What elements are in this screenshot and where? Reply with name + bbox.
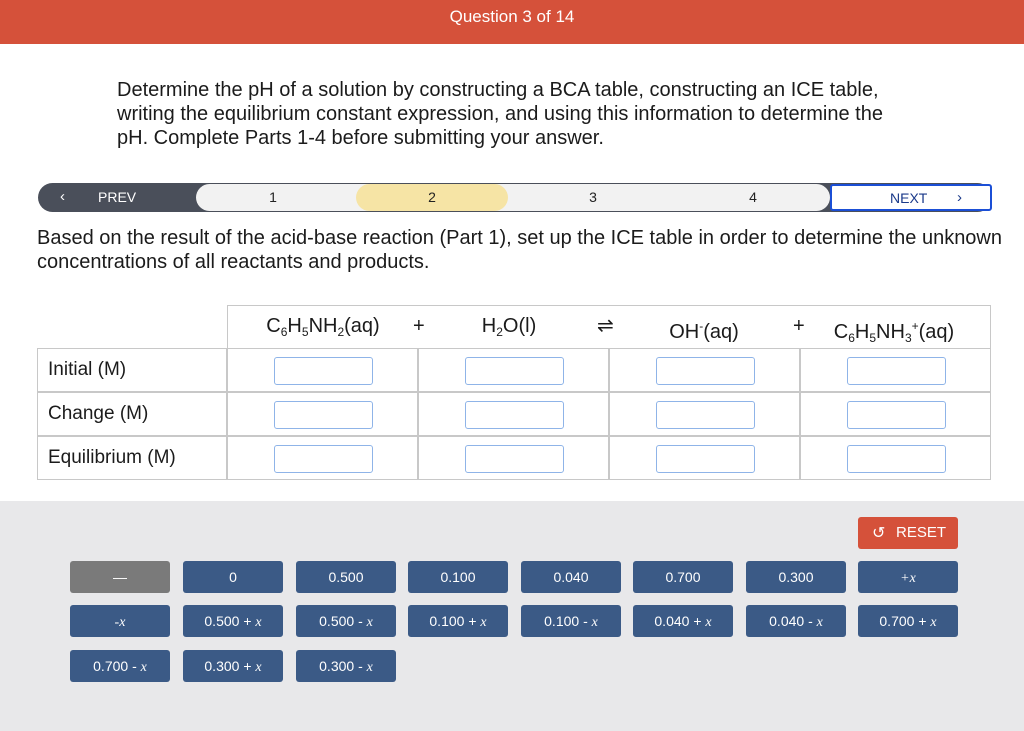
row-label-initial: Initial (M) [37,348,227,392]
ice-table: C6H5NH2(aq) + H2O(l) ⇌ OH-(aq) + C6H5NH3… [37,305,991,480]
plus-sign: + [793,315,805,337]
answer-tile[interactable]: 0.040 - x [746,605,846,637]
tile-text: -x [114,615,126,630]
ice-cell [609,392,800,436]
ice-cell [227,348,418,392]
species-water: H2O(l) [481,315,537,339]
answer-tile[interactable]: 0.100 - x [521,605,621,637]
answer-tile[interactable]: +x [858,561,958,593]
step-3[interactable]: 3 [516,184,670,211]
tile-text: 0.040 + [654,613,706,629]
chevron-left-icon: ‹ [60,188,65,205]
step-2[interactable]: 2 [356,184,508,211]
ice-cell [609,348,800,392]
answer-tile[interactable]: 0.300 [746,561,846,593]
tile-var: x [255,615,262,630]
tile-text: 0.500 + [204,613,256,629]
ice-cell [227,436,418,480]
answer-tile[interactable]: 0.700 + x [858,605,958,637]
row-label-equilibrium: Equilibrium (M) [37,436,227,480]
drop-zone[interactable] [656,401,755,429]
answer-tile[interactable]: 0.700 - x [70,650,170,682]
question-prompt: Determine the pH of a solution by constr… [117,79,883,149]
reset-label: RESET [896,524,947,541]
drop-zone[interactable] [274,445,373,473]
answer-tile[interactable]: 0.040 + x [633,605,733,637]
drop-zone[interactable] [656,445,755,473]
tile-text: 0.300 + [204,658,256,674]
tile-var: x [705,615,712,630]
species-hydroxide: OH-(aq) [669,319,739,343]
answer-tile[interactable]: 0.500 - x [296,605,396,637]
answer-tile[interactable]: 0.100 [408,561,508,593]
drop-zone[interactable] [274,357,373,385]
species-anilinium: C6H5NH3+(aq) [833,319,955,345]
answer-tile[interactable]: 0.040 [521,561,621,593]
tile-text: 0.500 - [319,613,367,629]
ice-cell [609,436,800,480]
tile-text: +x [900,571,916,586]
answer-tile[interactable]: — [70,561,170,593]
tile-text: 0.300 - [319,658,367,674]
drop-zone[interactable] [847,401,946,429]
answer-tile[interactable]: 0.300 + x [183,650,283,682]
tile-var: x [480,615,487,630]
header-bar: Question 3 of 14 [0,0,1024,44]
step-track: 1 2 3 4 [196,184,830,211]
drop-zone[interactable] [274,401,373,429]
row-label-change: Change (M) [37,392,227,436]
ice-cell [800,436,991,480]
prev-button[interactable]: ‹ PREV [38,183,198,212]
drop-zone[interactable] [847,445,946,473]
prev-label: PREV [98,189,137,205]
answer-tile[interactable]: -x [70,605,170,637]
drop-zone[interactable] [465,401,564,429]
reset-button[interactable]: ↺ RESET [858,517,958,549]
answer-tile[interactable]: 0.500 + x [183,605,283,637]
next-button[interactable]: NEXT › [830,184,992,211]
tile-var: x [366,660,373,675]
ice-cell [800,392,991,436]
ice-cell [418,392,609,436]
question-page: Question 3 of 14 Determine the pH of a s… [0,0,1024,731]
plus-sign: + [413,315,425,337]
chevron-right-icon: › [957,189,962,206]
tile-text: 0.040 - [769,613,817,629]
undo-icon: ↺ [872,525,886,542]
tile-var: x [255,660,262,675]
species-aniline: C6H5NH2(aq) [266,315,380,339]
step-1[interactable]: 1 [196,184,350,211]
answer-tile[interactable]: 0.100 + x [408,605,508,637]
tile-var: x [591,615,598,630]
tile-var: x [816,615,823,630]
answer-tile[interactable]: 0.300 - x [296,650,396,682]
ice-cell [418,348,609,392]
step-4[interactable]: 4 [676,184,830,211]
part-instruction: Based on the result of the acid-base rea… [37,227,1002,273]
step-navigation: ‹ PREV 1 2 3 4 NEXT › [38,183,992,212]
drop-zone[interactable] [656,357,755,385]
drop-zone[interactable] [465,445,564,473]
drop-zone[interactable] [465,357,564,385]
answer-tile[interactable]: 0.700 [633,561,733,593]
ice-cell [227,392,418,436]
tile-var: x [930,615,937,630]
equilibrium-arrow: ⇌ [597,315,614,337]
tile-text: 0.700 - [93,658,141,674]
ice-cell [418,436,609,480]
answer-tile[interactable]: 0.500 [296,561,396,593]
question-counter: Question 3 of 14 [449,7,575,26]
drop-zone[interactable] [847,357,946,385]
tile-text: 0.100 + [429,613,481,629]
tile-text: 0.700 + [879,613,931,629]
ice-cell [800,348,991,392]
answer-tile[interactable]: 0 [183,561,283,593]
tile-var: x [366,615,373,630]
next-label: NEXT [890,190,928,206]
tile-text: 0.100 - [544,613,592,629]
tile-var: x [140,660,147,675]
